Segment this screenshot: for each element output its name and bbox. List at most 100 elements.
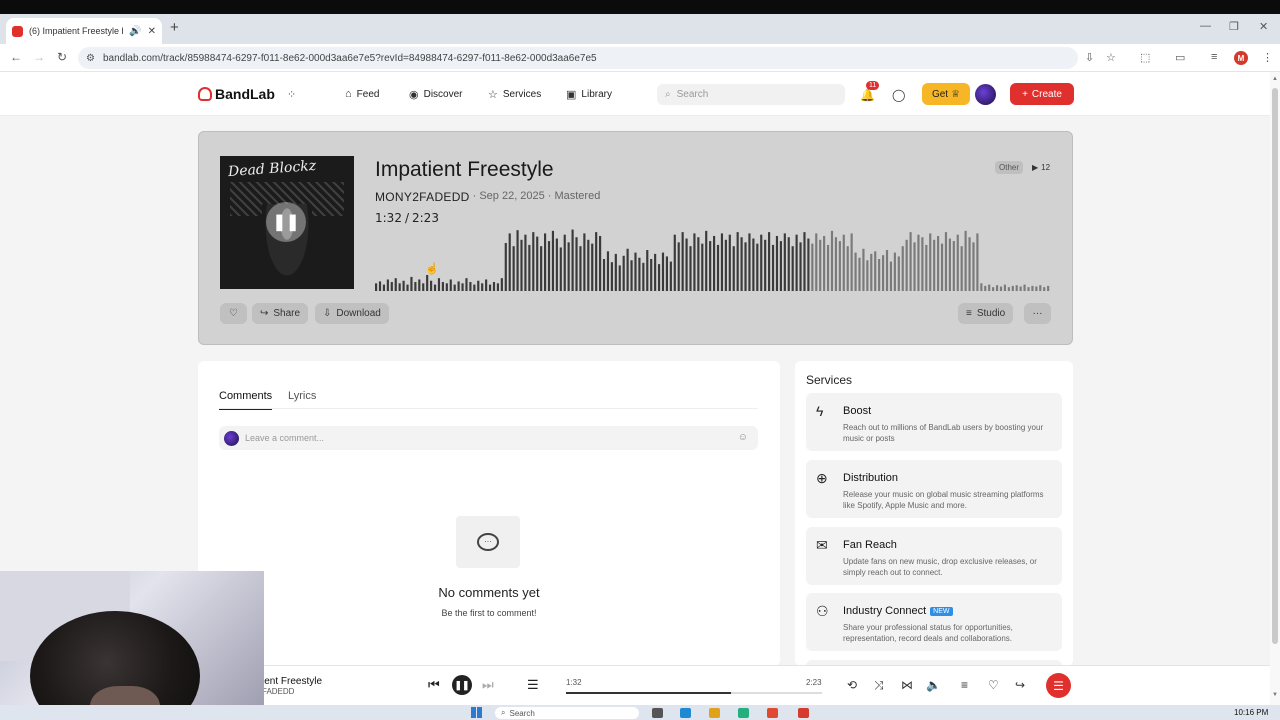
messages-icon[interactable]: ◯ (892, 88, 905, 102)
waveform-bar (606, 251, 610, 291)
scroll-up-icon[interactable]: ▲ (1272, 76, 1278, 82)
share-button[interactable]: ↪ Share (252, 303, 309, 324)
nav-library[interactable]: ▣ Library (566, 88, 612, 101)
browser-menu-icon[interactable]: ⋮ (1262, 51, 1273, 64)
user-avatar[interactable] (975, 84, 996, 105)
reload-icon[interactable]: ↻ (57, 50, 67, 64)
waveform-bar (976, 233, 979, 291)
restore-icon[interactable]: ❐ (1229, 20, 1239, 33)
nav-services[interactable]: ☆ Services (488, 88, 541, 101)
service-card-distribution[interactable]: ⊕ Distribution Release your music on glo… (806, 460, 1062, 518)
tab-lyrics[interactable]: Lyrics (288, 390, 316, 402)
taskbar-files-icon[interactable] (709, 708, 720, 718)
track-artist[interactable]: MONY2FADEDD (375, 190, 470, 204)
queue-button[interactable]: ☰ (1046, 673, 1071, 698)
new-tab-button[interactable]: + (170, 19, 179, 36)
extensions-icon[interactable]: ⬚ (1140, 51, 1150, 64)
get-membership-button[interactable]: Get ♕ (922, 83, 970, 105)
waveform-bar (940, 243, 944, 291)
browser-profile-avatar[interactable]: M (1234, 51, 1248, 65)
globe-icon: ⊕ (816, 470, 828, 486)
nav-discover[interactable]: ◉ Discover (409, 88, 463, 101)
services-panel: Services ϟ Boost Reach out to millions o… (795, 361, 1073, 666)
player-track-title[interactable]: ient Freestyle (262, 676, 322, 687)
waveform-bar (622, 255, 625, 291)
url-field[interactable]: ⚙ bandlab.com/track/85988474-6297-f011-8… (78, 47, 1078, 69)
speaker-icon[interactable]: 🔊 (129, 26, 141, 37)
volume-icon[interactable]: 🔈 (926, 678, 941, 692)
studio-button[interactable]: ≡ Studio (958, 303, 1014, 324)
service-card-boost[interactable]: ϟ Boost Reach out to millions of BandLab… (806, 393, 1062, 451)
player-progress-bar[interactable] (566, 692, 822, 694)
like-button[interactable]: ♡ (220, 303, 247, 324)
waveform-bar (740, 237, 743, 291)
close-tab-icon[interactable]: ✕ (148, 26, 156, 37)
back-arrow-icon[interactable]: ← (10, 50, 22, 64)
player-heart-icon[interactable]: ♡ (988, 678, 999, 692)
tab-search-icon[interactable]: ≡ (1211, 51, 1217, 63)
cast-icon[interactable]: ▭ (1175, 51, 1185, 64)
waveform-bar (874, 251, 877, 291)
taskbar-app-icon[interactable] (767, 708, 778, 718)
player-share-icon[interactable]: ↪ (1015, 678, 1025, 692)
service-name: Industry Connect NEW (843, 605, 953, 617)
bandlab-logo[interactable]: BandLab (198, 86, 275, 102)
taskbar-chrome-icon[interactable] (798, 708, 809, 718)
taskbar-app-icon[interactable] (738, 708, 749, 718)
service-desc: Update fans on new music, drop exclusive… (843, 557, 1037, 577)
taskbar-app-icon[interactable] (652, 708, 663, 718)
waveform-bar (752, 238, 755, 291)
next-track-icon[interactable]: ⏭ (482, 677, 494, 693)
service-card-fan-reach[interactable]: ✉ Fan Reach Update fans on new music, dr… (806, 527, 1062, 585)
genre-badge[interactable]: Other (995, 161, 1024, 174)
install-app-icon[interactable]: ⇩ (1085, 51, 1094, 64)
waveform[interactable] (375, 227, 1051, 291)
previous-track-icon[interactable]: ⏮ (428, 677, 440, 693)
waveform-bar (850, 233, 853, 291)
waveform-bar (709, 241, 712, 291)
more-options-button[interactable]: ··· (1024, 303, 1051, 324)
tab-comments[interactable]: Comments (219, 390, 273, 410)
add-to-playlist-icon[interactable]: ≡ (961, 678, 968, 692)
library-icon: ▣ (566, 89, 577, 101)
download-button[interactable]: ⇩ Download (315, 303, 389, 324)
ellipsis-icon: ··· (1032, 308, 1043, 319)
create-button[interactable]: + Create (1010, 83, 1074, 105)
page-scrollbar[interactable]: ▲ ▼ (1270, 72, 1280, 705)
windows-start-icon[interactable] (471, 707, 482, 718)
crossfade-icon[interactable]: ⋈ (901, 678, 913, 692)
search-input[interactable]: ⌕ Search (657, 84, 845, 105)
waveform-bar (646, 250, 649, 291)
close-window-icon[interactable]: ✕ (1259, 20, 1268, 33)
cover-art[interactable]: Dead Blockz ❚❚ (220, 156, 354, 289)
nav-feed[interactable]: ⌂ Feed (345, 88, 379, 100)
minimize-icon[interactable]: — (1200, 20, 1211, 32)
emoji-icon[interactable]: ☺ (738, 432, 748, 443)
waveform-bar (437, 278, 441, 291)
browser-tab[interactable]: (6) Impatient Freestyle by M 🔊 ✕ (6, 18, 162, 44)
waveform-bar (968, 237, 971, 291)
taskbar-edge-icon[interactable] (680, 708, 691, 718)
repeat-icon[interactable]: ⟲ (847, 678, 857, 692)
apps-grid-icon[interactable]: ⁘ (287, 88, 296, 101)
waveform-bar (803, 232, 806, 291)
playlist-icon[interactable]: ☰ (527, 677, 539, 693)
shuffle-icon[interactable]: ⤨ (874, 678, 884, 693)
site-info-icon[interactable]: ⚙ (86, 53, 95, 64)
player-pause-button[interactable]: ❚❚ (452, 675, 472, 695)
notifications-bell-icon[interactable]: 🔔 (860, 88, 875, 102)
cover-pause-button[interactable]: ❚❚ (266, 202, 306, 242)
forward-arrow-icon[interactable]: → (33, 50, 45, 64)
waveform-bar (897, 256, 900, 291)
comment-input[interactable]: Leave a comment... ☺ (219, 426, 758, 450)
taskbar-search[interactable]: ⌕ Search (495, 707, 639, 719)
player-track-artist[interactable]: FADEDD (262, 687, 294, 696)
bookmark-star-icon[interactable]: ☆ (1106, 51, 1116, 64)
waveform-bar (948, 238, 951, 291)
service-name: Fan Reach (843, 539, 897, 551)
scroll-down-icon[interactable]: ▼ (1272, 692, 1278, 698)
scrollbar-thumb[interactable] (1272, 88, 1278, 644)
service-card-industry-connect[interactable]: ⚇ Industry Connect NEW Share your profes… (806, 593, 1062, 651)
taskbar-search-icon: ⌕ (501, 708, 506, 717)
waveform-bar (701, 243, 704, 291)
